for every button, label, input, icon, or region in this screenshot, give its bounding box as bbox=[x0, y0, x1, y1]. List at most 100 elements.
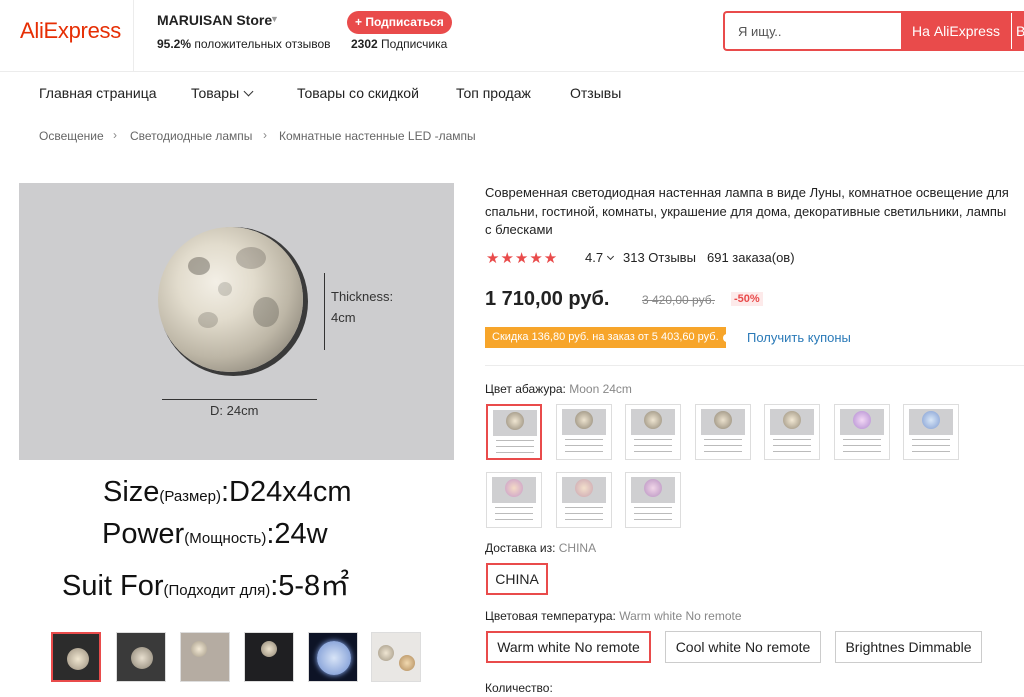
caret-down-icon[interactable]: ▼ bbox=[270, 14, 279, 24]
breadcrumb-item[interactable]: Светодиодные лампы bbox=[130, 129, 252, 143]
shade-selected-value: Moon 24cm bbox=[569, 382, 632, 396]
thumbnail[interactable] bbox=[116, 632, 166, 682]
moon-thumb-image bbox=[399, 655, 415, 671]
star-icons: ★★★★★ bbox=[486, 250, 559, 267]
subscribe-button[interactable]: + Подписаться bbox=[347, 11, 452, 34]
swatch-text-line bbox=[565, 439, 603, 440]
moon-swatch-icon bbox=[644, 411, 662, 429]
moon-thumb-image bbox=[261, 641, 277, 657]
breadcrumb-item[interactable]: Освещение bbox=[39, 129, 104, 143]
aliexpress-logo[interactable]: AliExpress bbox=[20, 18, 121, 44]
shade-option-image bbox=[701, 409, 745, 435]
quantity-label: Количество: bbox=[485, 681, 553, 695]
moon-crater bbox=[198, 312, 218, 328]
moon-thumb-image bbox=[191, 641, 207, 657]
thumbnail[interactable] bbox=[180, 632, 230, 682]
coupon-badge: Скидка 136,80 руб. на заказ от 5 403,60 … bbox=[485, 327, 731, 348]
shade-option[interactable] bbox=[764, 404, 820, 460]
chevron-right-icon: › bbox=[263, 128, 267, 142]
swatch-text-line bbox=[495, 519, 533, 520]
shade-option[interactable] bbox=[903, 404, 959, 460]
shade-option[interactable] bbox=[834, 404, 890, 460]
swatch-text-line bbox=[496, 446, 534, 447]
swatch-text-line bbox=[704, 451, 742, 452]
swatch-text-line bbox=[912, 439, 950, 440]
thumbnail[interactable] bbox=[51, 632, 101, 682]
rating-number: 4.7 bbox=[585, 250, 604, 265]
moon-swatch-icon bbox=[714, 411, 732, 429]
product-title: Современная светодиодная настенная лампа… bbox=[485, 185, 1009, 237]
nav-discounts[interactable]: Товары со скидкой bbox=[297, 85, 419, 101]
subscribers-count: 2302 bbox=[351, 37, 378, 51]
positive-percent: 95.2% bbox=[157, 37, 192, 51]
search-input[interactable] bbox=[725, 13, 899, 49]
thumbnail[interactable] bbox=[244, 632, 294, 682]
header: AliExpress MARUISAN Store ▼ 95.2% положи… bbox=[0, 0, 1024, 72]
shade-option[interactable] bbox=[625, 472, 681, 528]
shade-option-image bbox=[909, 409, 953, 435]
subscribers-label: Подписчика bbox=[381, 37, 448, 51]
diameter-label: D: 24cm bbox=[210, 403, 259, 418]
nav-products-label: Товары bbox=[191, 85, 240, 101]
orders-count: 691 заказа(ов) bbox=[707, 250, 795, 265]
spec-suit-ru: (Подходит для) bbox=[163, 582, 271, 599]
temp-option-cool[interactable]: Cool white No remote bbox=[665, 631, 821, 663]
swatch-text-line bbox=[634, 445, 672, 446]
store-subscribers: 2302 Подписчика bbox=[351, 37, 447, 51]
shade-option-image bbox=[562, 409, 606, 435]
thumbnail[interactable] bbox=[371, 632, 421, 682]
moon-crater bbox=[236, 247, 266, 269]
shipping-option-china[interactable]: CHINA bbox=[486, 563, 548, 595]
temp-option-dimmable[interactable]: Brightnes Dimmable bbox=[835, 631, 982, 663]
old-price: 3 420,00 руб. bbox=[642, 293, 715, 307]
shade-option[interactable] bbox=[625, 404, 681, 460]
nav-reviews[interactable]: Отзывы bbox=[570, 85, 621, 101]
swatch-text-line bbox=[843, 451, 881, 452]
swatch-text-line bbox=[565, 513, 603, 514]
spec-size-value: :D24x4cm bbox=[220, 476, 352, 508]
shade-option[interactable] bbox=[556, 472, 612, 528]
nav-top-sales[interactable]: Топ продаж bbox=[456, 85, 531, 101]
thickness-value: 4cm bbox=[331, 310, 356, 325]
reviews-count[interactable]: 313 Отзывы bbox=[623, 250, 696, 265]
breadcrumb-item[interactable]: Комнатные настенные LED -лампы bbox=[279, 129, 476, 143]
rating-value[interactable]: 4.7 bbox=[585, 250, 615, 265]
search-bar: На AliExpress В bbox=[723, 11, 1024, 51]
chevron-down-icon bbox=[243, 86, 254, 97]
thickness-label: Thickness: bbox=[331, 289, 394, 304]
spec-power-ru: (Мощность) bbox=[184, 530, 267, 547]
moon-swatch-icon bbox=[575, 479, 593, 497]
moon-thumb-image bbox=[131, 647, 153, 669]
spec-suit-label: Suit For bbox=[62, 570, 164, 602]
search-aliexpress-button[interactable]: На AliExpress bbox=[901, 11, 1011, 51]
thumbnail[interactable] bbox=[308, 632, 358, 682]
swatch-text-line bbox=[773, 445, 811, 446]
temp-option-warm[interactable]: Warm white No remote bbox=[486, 631, 651, 663]
moon-swatch-icon bbox=[853, 411, 871, 429]
nav-home[interactable]: Главная страница bbox=[39, 85, 157, 101]
swatch-text-line bbox=[496, 440, 534, 441]
get-coupons-link[interactable]: Получить купоны bbox=[747, 330, 851, 345]
shade-option[interactable] bbox=[556, 404, 612, 460]
shade-option[interactable] bbox=[486, 404, 542, 460]
shade-option[interactable] bbox=[486, 472, 542, 528]
spec-power-value: :24w bbox=[266, 518, 328, 550]
search-store-button[interactable]: В bbox=[1012, 11, 1024, 51]
swatch-text-line bbox=[634, 451, 672, 452]
nav-products[interactable]: Товары bbox=[191, 85, 254, 101]
moon-thumb-image bbox=[67, 648, 89, 670]
positive-label: положительных отзывов bbox=[194, 37, 331, 51]
swatch-text-line bbox=[704, 439, 742, 440]
shipping-label: Доставка из: CHINA bbox=[485, 541, 596, 555]
chevron-right-icon: › bbox=[113, 128, 117, 142]
temp-label: Цветовая температура: Warm white No remo… bbox=[485, 609, 742, 623]
product-main-image[interactable]: Thickness: 4cm D: 24cm bbox=[19, 183, 454, 460]
swatch-text-line bbox=[565, 507, 603, 508]
shipping-label-text: Доставка из: bbox=[485, 541, 556, 555]
shade-option-image bbox=[562, 477, 606, 503]
swatch-text-line bbox=[773, 451, 811, 452]
thickness-dimension-line bbox=[324, 273, 325, 350]
store-name[interactable]: MARUISAN Store bbox=[157, 12, 272, 28]
shade-option[interactable] bbox=[695, 404, 751, 460]
moon-thumb-image bbox=[378, 645, 394, 661]
